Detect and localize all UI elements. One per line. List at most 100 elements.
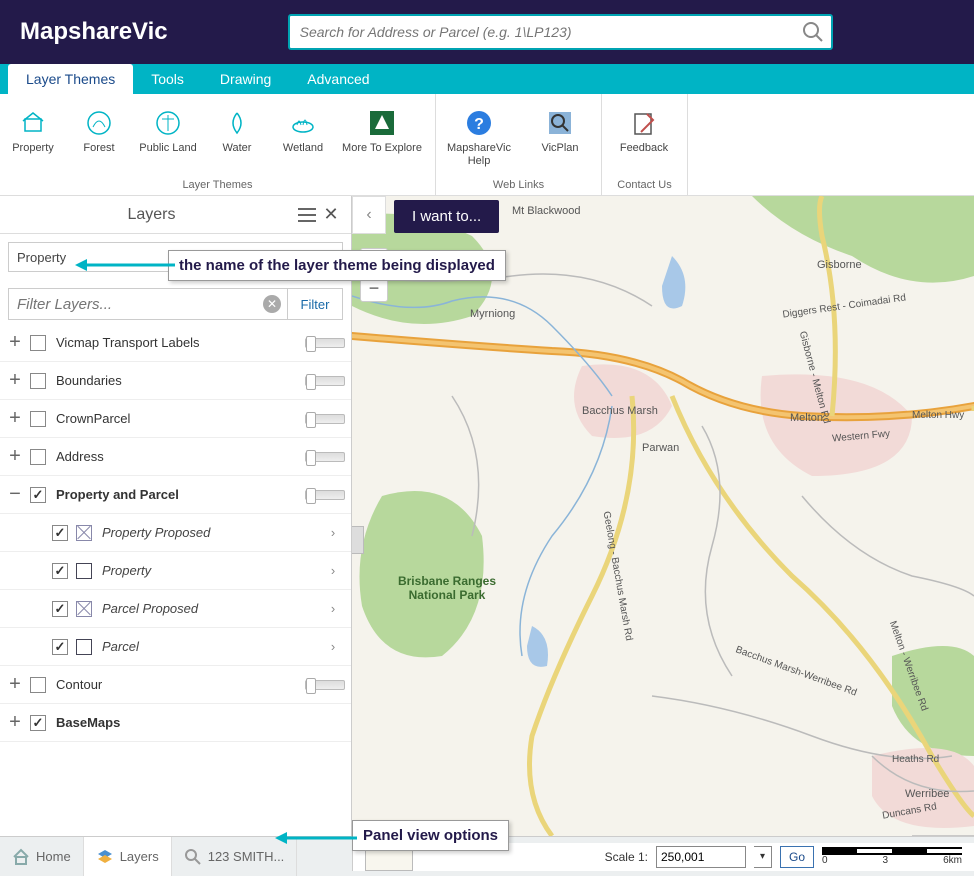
tab-tools[interactable]: Tools xyxy=(133,64,202,94)
ribbon-feedback[interactable]: Feedback xyxy=(602,100,686,159)
ribbon-wetland[interactable]: Wetland xyxy=(270,100,336,159)
ribbon-property[interactable]: Property xyxy=(0,100,66,159)
layer-opacity-slider[interactable] xyxy=(305,452,345,462)
panel-menu-icon[interactable] xyxy=(295,203,319,227)
layer-expand-toggle[interactable]: + xyxy=(0,331,30,354)
layer-expand-toggle[interactable]: + xyxy=(0,369,30,392)
layer-checkbox[interactable] xyxy=(30,449,46,465)
place-label: Myrniong xyxy=(470,308,515,320)
layer-checkbox[interactable] xyxy=(30,677,46,693)
layer-row: −Property and Parcel xyxy=(0,476,351,514)
ribbon-help[interactable]: ? MapshareVic Help xyxy=(436,100,522,172)
ribbon-label: Public Land xyxy=(139,142,197,155)
tab-advanced[interactable]: Advanced xyxy=(289,64,387,94)
ribbon-public-land[interactable]: Public Land xyxy=(132,100,204,159)
layer-swatch-icon xyxy=(76,563,92,579)
sublayer-checkbox[interactable] xyxy=(52,563,68,579)
sublayer-row: Property Proposed› xyxy=(0,514,351,552)
ribbon-label: Property xyxy=(12,142,54,155)
annotation-arrow-icon xyxy=(275,828,357,848)
scalebar-tick: 3 xyxy=(883,855,889,866)
search-input[interactable] xyxy=(288,14,833,50)
layer-row: +Boundaries xyxy=(0,362,351,400)
tab-layer-themes[interactable]: Layer Themes xyxy=(8,64,133,94)
sublayer-row: Parcel Proposed› xyxy=(0,590,351,628)
ribbon-group-contact: Feedback Contact Us xyxy=(602,94,688,195)
layer-checkbox[interactable] xyxy=(30,715,46,731)
sublayer-checkbox[interactable] xyxy=(52,639,68,655)
layer-expand-toggle[interactable]: + xyxy=(0,407,30,430)
panel-collapse-icon[interactable]: ‹ xyxy=(352,196,386,234)
more-icon xyxy=(368,108,396,138)
layer-opacity-slider[interactable] xyxy=(305,376,345,386)
road-label: Heaths Rd xyxy=(892,754,939,765)
place-label: Mt Blackwood xyxy=(512,205,580,217)
ribbon-vicplan[interactable]: VicPlan xyxy=(522,100,598,159)
layer-checkbox[interactable] xyxy=(30,411,46,427)
layer-name: CrownParcel xyxy=(56,411,305,426)
annotation-arrow-icon xyxy=(75,255,175,275)
layer-expand-toggle[interactable]: + xyxy=(0,673,30,696)
sublayer-checkbox[interactable] xyxy=(52,525,68,541)
layer-expand-toggle[interactable]: + xyxy=(0,445,30,468)
ribbon-group-web-links: ? MapshareVic Help VicPlan Web Links xyxy=(436,94,602,195)
layers-icon xyxy=(96,848,114,866)
layer-swatch-icon xyxy=(76,639,92,655)
place-label: Bacchus Marsh xyxy=(582,405,658,417)
layer-expand-toggle[interactable]: − xyxy=(0,483,30,506)
filter-button[interactable]: Filter xyxy=(287,288,343,320)
filter-input[interactable] xyxy=(9,289,287,319)
ribbon: Property Forest Public Land Water Wetlan… xyxy=(0,94,974,196)
status-tab-label: Layers xyxy=(120,849,159,864)
layer-opacity-slider[interactable] xyxy=(305,338,345,348)
scale-go-button[interactable]: Go xyxy=(780,846,814,868)
place-label: Werribee xyxy=(905,788,949,800)
layer-checkbox[interactable] xyxy=(30,335,46,351)
scalebar: 0 3 6km xyxy=(822,847,962,866)
sublayer-checkbox[interactable] xyxy=(52,601,68,617)
sublayer-row: Parcel› xyxy=(0,628,351,666)
sublayer-actions-icon[interactable]: › xyxy=(321,525,345,540)
layer-opacity-slider[interactable] xyxy=(305,414,345,424)
sublayer-actions-icon[interactable]: › xyxy=(321,563,345,578)
panel-close-icon[interactable]: ✕ xyxy=(319,203,343,227)
layer-opacity-slider[interactable] xyxy=(305,680,345,690)
park-label: Brisbane Ranges National Park xyxy=(387,574,507,602)
sublayer-name: Property xyxy=(102,563,321,578)
search-icon[interactable] xyxy=(801,20,825,47)
layer-checkbox[interactable] xyxy=(30,487,46,503)
sublayer-actions-icon[interactable]: › xyxy=(321,601,345,616)
panel-drag-handle[interactable] xyxy=(352,526,364,554)
water-icon xyxy=(223,108,251,138)
map-canvas[interactable]: ‹ I want to... + − xyxy=(352,196,974,876)
layer-list: +Vicmap Transport Labels+Boundaries+Crow… xyxy=(0,324,351,876)
i-want-to-button[interactable]: I want to... xyxy=(394,200,499,233)
sublayer-actions-icon[interactable]: › xyxy=(321,639,345,654)
status-tab-layers[interactable]: Layers xyxy=(84,837,172,876)
scale-input[interactable] xyxy=(656,846,746,868)
sublayer-row: Property› xyxy=(0,552,351,590)
status-tab-label: Home xyxy=(36,849,71,864)
layer-expand-toggle[interactable]: + xyxy=(0,711,30,734)
property-icon xyxy=(19,108,47,138)
layer-name: Contour xyxy=(56,677,305,692)
ribbon-group-label: Contact Us xyxy=(602,177,687,195)
status-tab-label: 123 SMITH... xyxy=(208,849,285,864)
layer-checkbox[interactable] xyxy=(30,373,46,389)
tab-drawing[interactable]: Drawing xyxy=(202,64,289,94)
status-tab-home[interactable]: Home xyxy=(0,837,84,876)
ribbon-label: Forest xyxy=(83,142,114,155)
ribbon-water[interactable]: Water xyxy=(204,100,270,159)
place-label: Gisborne xyxy=(817,259,862,271)
ribbon-label: Feedback xyxy=(620,142,668,155)
ribbon-more-to-explore[interactable]: More To Explore xyxy=(336,100,428,159)
filter-clear-icon[interactable]: ✕ xyxy=(263,295,281,313)
home-icon xyxy=(12,848,30,866)
layer-row: +Vicmap Transport Labels xyxy=(0,324,351,362)
sublayer-name: Parcel Proposed xyxy=(102,601,321,616)
layer-row: + Contour xyxy=(0,666,351,704)
ribbon-forest[interactable]: Forest xyxy=(66,100,132,159)
layer-opacity-slider[interactable] xyxy=(305,490,345,500)
workspace: Layers ✕ Property ✕ Filter +Vicmap Trans… xyxy=(0,196,974,876)
scale-dropdown-icon[interactable]: ▾ xyxy=(754,846,772,868)
